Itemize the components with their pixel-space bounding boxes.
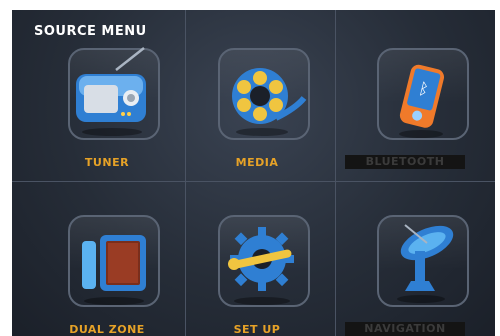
- film-reel-icon: [232, 68, 307, 136]
- menu-tile-bluetooth[interactable]: ᛒ BLUETOOTH: [337, 18, 495, 169]
- menu-tile-media[interactable]: MEDIA: [178, 18, 336, 169]
- phone-bluetooth-icon: ᛒ: [399, 64, 445, 138]
- dual-screen-icon: [82, 235, 146, 305]
- menu-label-set-up: SET UP: [233, 323, 281, 336]
- menu-tile-tuner[interactable]: TUNER: [28, 18, 186, 169]
- menu-tile-navigation[interactable]: NAVIGATION: [337, 185, 495, 336]
- grid-divider-horizontal: [12, 181, 495, 182]
- satellite-dish-icon: [397, 224, 454, 303]
- menu-label-navigation: NAVIGATION: [345, 322, 465, 336]
- menu-tile-dual-zone[interactable]: DUAL ZONE: [28, 185, 186, 336]
- menu-label-dual-zone: DUAL ZONE: [69, 323, 145, 336]
- menu-label-media: MEDIA: [235, 156, 279, 169]
- menu-label-bluetooth: BLUETOOTH: [345, 155, 465, 169]
- gear-wrench-icon: [228, 227, 294, 305]
- radio-icon: [76, 47, 146, 136]
- source-menu-screen: SOURCE MENU TUNER MEDIA ᛒ BLUETOOTH DUAL…: [12, 10, 495, 336]
- menu-tile-set-up[interactable]: SET UP: [178, 185, 336, 336]
- menu-label-tuner: TUNER: [84, 156, 130, 169]
